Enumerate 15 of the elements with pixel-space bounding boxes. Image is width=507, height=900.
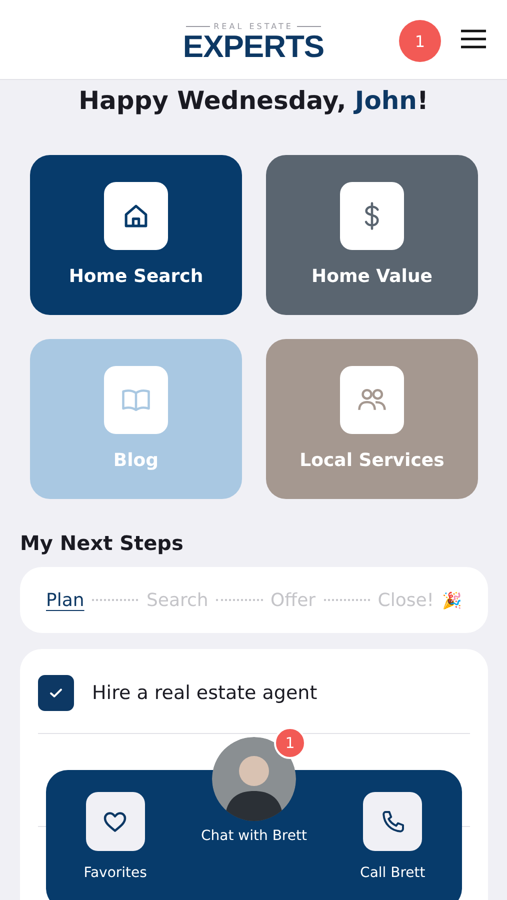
party-popper-icon: 🎉 [442,590,462,610]
favorites-button[interactable]: Favorites [46,770,185,900]
logo[interactable]: EXPERTS [182,30,324,62]
chat-button[interactable]: 1 Chat with Brett [184,727,324,900]
greeting-text: Happy Wednesday, John! [78,86,430,115]
notification-badge[interactable]: 1 [399,20,441,62]
call-button[interactable]: Call Brett [323,770,462,900]
task-label: Hire a real estate agent [92,682,318,704]
logo-tagline: REAL ESTATE [186,22,322,30]
stage-tab[interactable]: Plan [46,590,84,610]
menu-icon[interactable] [460,28,487,50]
checkbox[interactable] [38,675,74,711]
section-heading: My Next Steps [20,531,184,555]
menu-tile[interactable]: Home Search [30,155,242,315]
menu-tile[interactable]: Home Value [266,155,478,315]
